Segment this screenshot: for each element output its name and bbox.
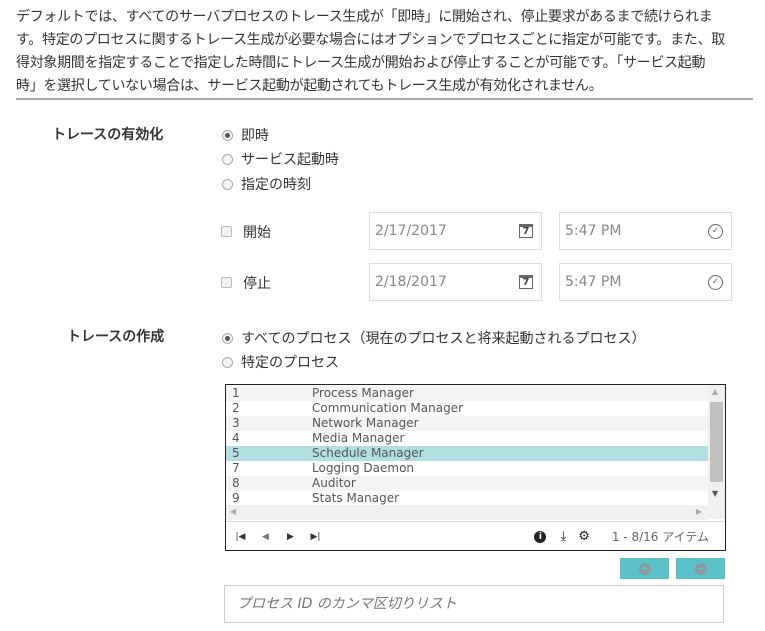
- radio-label: 指定の時刻: [241, 177, 311, 193]
- table-row[interactable]: 3 Network Manager: [226, 416, 708, 431]
- description-line: デフォルトでは、すべてのサーバプロセスのトレース生成が「即時」に開始され、停止要…: [16, 9, 713, 25]
- process-grid: 1 Process Manager 2 Communication Manager …: [225, 384, 726, 551]
- calendar-icon[interactable]: 7: [519, 224, 533, 238]
- scrollbar-thumb[interactable]: [710, 402, 723, 482]
- radio-icon: [222, 332, 233, 344]
- stop-date-value: 2/18/2017: [375, 274, 447, 290]
- stop-time-value: 5:47 PM: [565, 274, 622, 290]
- radio-icon: [222, 178, 233, 190]
- start-time-value: 5:47 PM: [565, 223, 622, 239]
- radio-service-start[interactable]: サービス起動時: [222, 149, 339, 169]
- prev-page-icon[interactable]: ◀: [253, 532, 278, 542]
- row-id: 3: [232, 416, 240, 430]
- row-id: 7: [232, 461, 240, 475]
- row-id: 1: [232, 386, 240, 400]
- row-id: 5: [232, 446, 240, 460]
- radio-icon: [222, 153, 233, 165]
- process-id-input[interactable]: [224, 585, 724, 623]
- plus-icon: +: [638, 561, 651, 575]
- divider: [16, 98, 753, 100]
- row-id: 2: [232, 401, 240, 415]
- row-id: 4: [232, 431, 240, 445]
- start-date-input[interactable]: 2/17/2017 7: [369, 212, 542, 250]
- radio-specific-process[interactable]: 特定のプロセス: [222, 352, 339, 372]
- row-name: Communication Manager: [312, 401, 463, 415]
- add-button[interactable]: +: [620, 558, 669, 579]
- grid-body: 1 Process Manager 2 Communication Manager …: [226, 385, 725, 506]
- scroll-up-icon[interactable]: ▲: [712, 387, 718, 396]
- row-name: Auditor: [312, 476, 356, 490]
- radio-label: 即時: [241, 128, 269, 144]
- clock-icon[interactable]: ✓: [708, 274, 723, 290]
- radio-icon: [222, 356, 233, 368]
- table-row[interactable]: 9 Stats Manager: [226, 491, 708, 506]
- row-id: 8: [232, 476, 240, 490]
- clock-icon[interactable]: ✓: [708, 223, 723, 239]
- table-row[interactable]: 2 Communication Manager: [226, 401, 708, 416]
- horizontal-scrollbar[interactable]: ◀ ▶: [226, 505, 708, 520]
- description-line: 時」を選択していない場合は、サービス起動が起動されてもトレース生成が有効化されま…: [16, 78, 603, 94]
- grid-pager: |◀ ◀ ▶ ▶| i ⤓ ⚙ 1 - 8/16 アイテム: [226, 521, 725, 551]
- calendar-icon[interactable]: 7: [519, 275, 533, 289]
- stop-date-input[interactable]: 2/18/2017 7: [369, 263, 542, 301]
- gear-icon[interactable]: ⚙: [578, 529, 590, 544]
- table-row[interactable]: 1 Process Manager: [226, 386, 708, 401]
- stop-label: 停止: [243, 276, 271, 292]
- download-icon[interactable]: ⤓: [560, 529, 566, 544]
- enable-trace-label: トレースの有効化: [52, 127, 164, 143]
- table-row[interactable]: 4 Media Manager: [226, 431, 708, 446]
- table-row[interactable]: 8 Auditor: [226, 476, 708, 491]
- minus-icon: −: [694, 561, 707, 575]
- row-name: Schedule Manager: [312, 446, 424, 460]
- description-line: 得対象期間を指定することで指定した時間にトレース生成が開始および停止することが可…: [16, 55, 706, 71]
- vertical-scrollbar[interactable]: ▲ ▼: [708, 385, 725, 519]
- info-icon[interactable]: i: [534, 530, 547, 543]
- radio-specified-time[interactable]: 指定の時刻: [222, 174, 311, 194]
- remove-button[interactable]: −: [676, 558, 725, 579]
- radio-immediate[interactable]: 即時: [222, 125, 269, 145]
- radio-label: サービス起動時: [241, 152, 339, 168]
- next-page-icon[interactable]: ▶: [278, 532, 303, 542]
- last-page-icon[interactable]: ▶|: [303, 532, 328, 542]
- scroll-right-icon[interactable]: ▶: [696, 507, 702, 516]
- row-name: Media Manager: [312, 431, 405, 445]
- stop-time-input[interactable]: 5:47 PM ✓: [559, 263, 732, 301]
- row-id: 9: [232, 491, 240, 505]
- row-name: Stats Manager: [312, 491, 400, 505]
- start-checkbox[interactable]: [221, 226, 232, 237]
- description-line: す。特定のプロセスに関するトレース生成が必要な場合にはオプションでプロセスごとに…: [16, 32, 725, 48]
- first-page-icon[interactable]: |◀: [228, 532, 253, 542]
- scroll-left-icon[interactable]: ◀: [230, 507, 236, 516]
- description: デフォルトでは、すべてのサーバプロセスのトレース生成が「即時」に開始され、停止要…: [16, 6, 725, 98]
- radio-label: すべてのプロセス（現在のプロセスと将来起動されるプロセス）: [241, 331, 646, 347]
- radio-label: 特定のプロセス: [241, 355, 339, 371]
- table-row-selected[interactable]: 5 Schedule Manager: [226, 446, 708, 461]
- table-row[interactable]: 7 Logging Daemon: [226, 461, 708, 476]
- row-name: Process Manager: [312, 386, 414, 400]
- radio-icon: [222, 129, 233, 141]
- scroll-down-icon[interactable]: ▼: [712, 489, 718, 498]
- start-time-input[interactable]: 5:47 PM ✓: [559, 212, 732, 250]
- stop-checkbox[interactable]: [221, 277, 232, 288]
- pager-info: 1 - 8/16 アイテム: [611, 530, 709, 544]
- row-name: Network Manager: [312, 416, 419, 430]
- row-name: Logging Daemon: [312, 461, 415, 475]
- radio-all-processes[interactable]: すべてのプロセス（現在のプロセスと将来起動されるプロセス）: [222, 328, 645, 348]
- start-label: 開始: [243, 225, 271, 241]
- create-trace-label: トレースの作成: [67, 329, 165, 345]
- start-date-value: 2/17/2017: [375, 223, 447, 239]
